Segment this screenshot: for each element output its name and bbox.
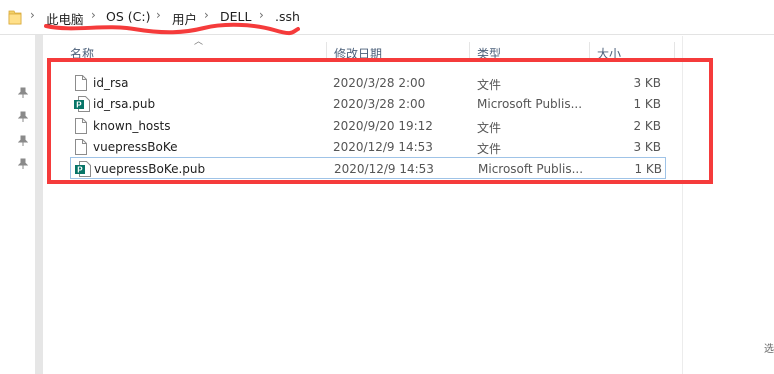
pin-icon[interactable] [17, 135, 29, 150]
red-box-annotation [47, 58, 713, 184]
status-text-partial: 选 [764, 344, 774, 355]
red-underline-annotation [44, 22, 300, 36]
address-bar[interactable]: › 此电脑 › OS (C:) › 用户 › DELL › .ssh [0, 0, 774, 36]
pin-icon[interactable] [17, 111, 29, 126]
chevron-right-icon: › [30, 8, 35, 22]
pin-icon[interactable] [17, 158, 29, 173]
pin-icon[interactable] [17, 87, 29, 102]
navigation-pane [0, 35, 34, 374]
sort-ascending-icon: ︿ [194, 37, 204, 47]
folder-icon [8, 9, 22, 28]
pane-splitter[interactable] [35, 35, 43, 374]
